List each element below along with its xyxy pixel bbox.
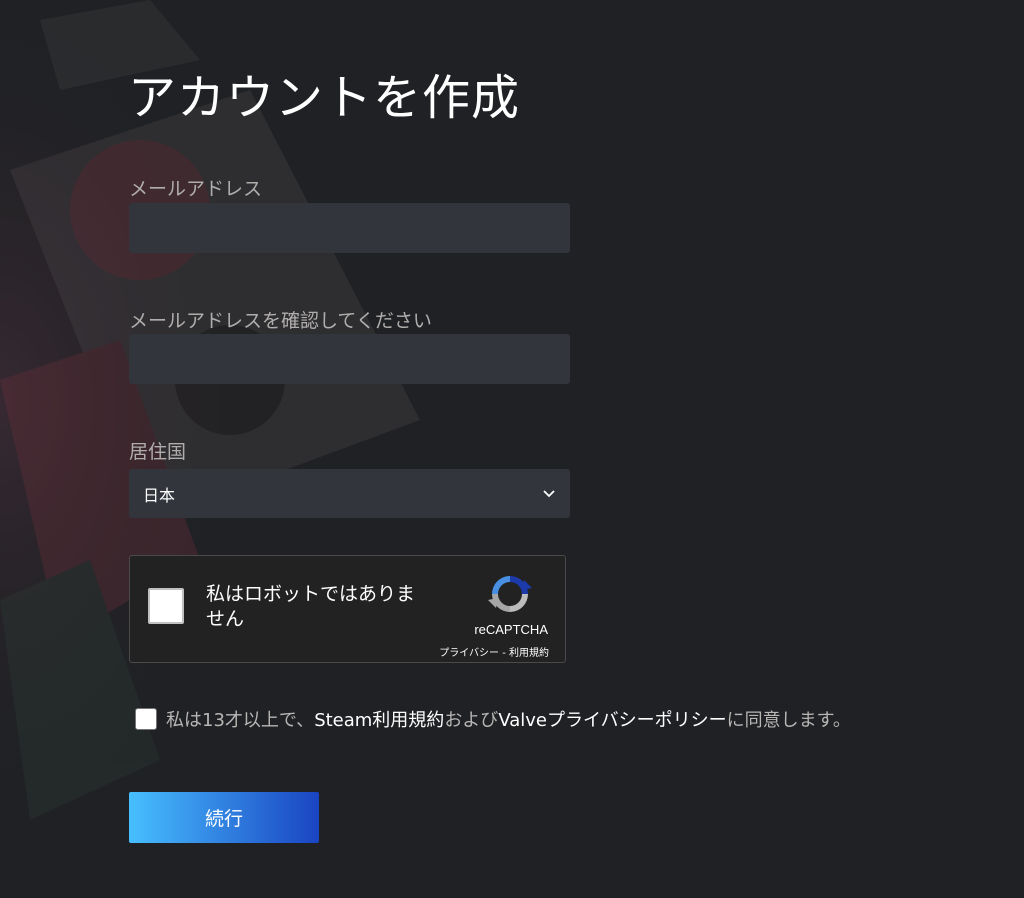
agreement-checkbox[interactable] [135,708,157,730]
country-label: 居住国 [129,441,187,463]
agreement-row: 私は13才以上で、Steam利用規約およびValveプライバシーポリシーに同意し… [135,706,851,732]
country-select-value: 日本 [143,485,176,505]
confirm-email-field[interactable] [129,334,570,384]
confirm-email-label: メールアドレスを確認してください [129,310,432,332]
valve-privacy-link[interactable]: Valveプライバシーポリシー [498,710,726,731]
steam-terms-link[interactable]: Steam利用規約 [314,710,444,731]
recaptcha-brand: reCAPTCHA [474,622,548,637]
chevron-down-icon [542,487,556,501]
email-label: メールアドレス [129,178,263,200]
agreement-and: および [444,710,499,731]
recaptcha-checkbox[interactable] [148,588,184,624]
agreement-prefix: 私は13才以上で、 [166,710,315,731]
recaptcha-terms-link[interactable]: 利用規約 [509,648,549,659]
page-title: アカウントを作成 [128,70,521,126]
email-field[interactable] [129,203,570,253]
recaptcha-label: 私はロボットではありません [206,583,416,630]
recaptcha-link-separator: - [499,648,509,659]
recaptcha-logo-icon [488,576,532,612]
recaptcha-links: プライバシー - 利用規約 [439,644,549,659]
agreement-text: 私は13才以上で、Steam利用規約およびValveプライバシーポリシーに同意し… [166,706,851,732]
agreement-suffix: に同意します。 [726,710,851,731]
continue-button[interactable]: 続行 [129,792,319,843]
country-select[interactable]: 日本 [129,469,570,518]
recaptcha-privacy-link[interactable]: プライバシー [439,648,499,659]
recaptcha-widget: 私はロボットではありません reCAPTCHA プライバシー - 利用規約 [129,555,566,663]
